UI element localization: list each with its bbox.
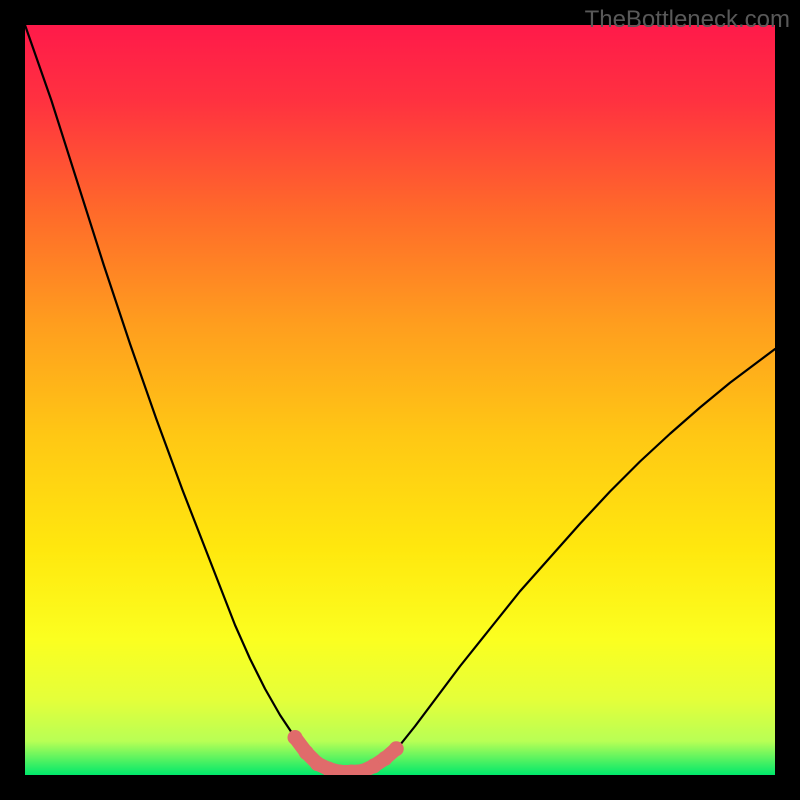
plot-svg bbox=[25, 25, 775, 775]
sweet-spot-dot bbox=[288, 730, 303, 745]
plot-area bbox=[25, 25, 775, 775]
sweet-spot-dot bbox=[389, 741, 404, 756]
chart-frame: TheBottleneck.com bbox=[0, 0, 800, 800]
watermark-text: TheBottleneck.com bbox=[585, 6, 790, 34]
gradient-bg bbox=[25, 25, 775, 775]
sweet-spot-dot bbox=[299, 745, 314, 760]
